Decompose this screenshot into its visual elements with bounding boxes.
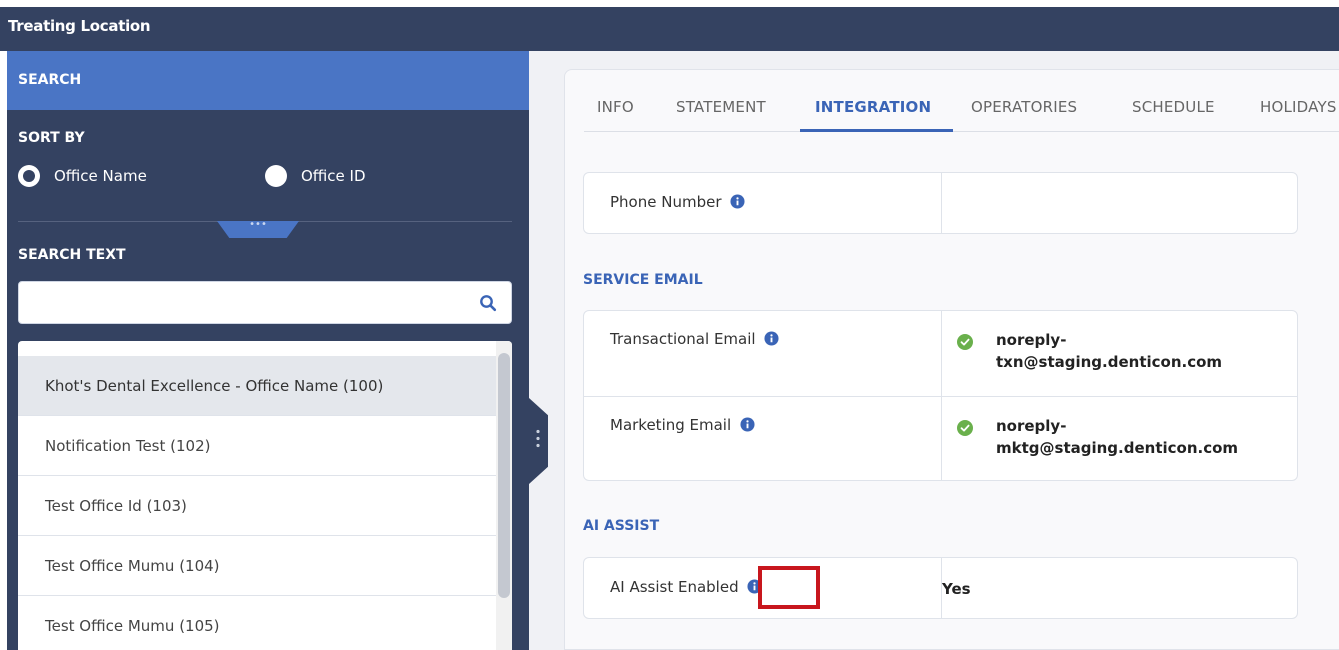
list-item[interactable]: Khot's Dental Excellence - Office Name (… bbox=[18, 356, 496, 416]
tab-operatories[interactable]: OPERATORIES bbox=[971, 98, 1077, 116]
transactional-email-label: Transactional Email bbox=[610, 330, 756, 348]
search-box bbox=[18, 281, 512, 324]
marketing-email-line1: noreply- bbox=[996, 417, 1067, 435]
search-text-label: SEARCH TEXT bbox=[18, 247, 126, 263]
tab-statement[interactable]: STATEMENT bbox=[676, 98, 766, 116]
ai-assist-title: AI ASSIST bbox=[583, 518, 660, 534]
radio-unselected-icon bbox=[265, 165, 287, 187]
phone-number-box: Phone Number bbox=[583, 172, 1298, 234]
info-icon[interactable] bbox=[730, 194, 745, 209]
service-email-title: SERVICE EMAIL bbox=[583, 272, 703, 288]
marketing-email-value: noreply- mktg@staging.denticon.com bbox=[996, 415, 1238, 459]
sort-office-name-label: Office Name bbox=[54, 167, 147, 185]
ai-assist-enabled-text: Yes bbox=[942, 580, 971, 598]
info-icon[interactable] bbox=[764, 331, 779, 346]
search-input[interactable] bbox=[29, 290, 469, 316]
sort-by-label: SORT BY bbox=[18, 130, 85, 146]
office-name: Notification Test (102) bbox=[45, 436, 211, 455]
search-sidebar: SEARCH SORT BY Office Name Office ID •••… bbox=[7, 51, 529, 650]
office-name: Khot's Dental Excellence - Office Name (… bbox=[45, 376, 384, 395]
ai-assist-enabled-field: AI Assist Enabled bbox=[610, 578, 762, 596]
transactional-email-line2: txn@staging.denticon.com bbox=[996, 353, 1223, 371]
office-name: Test Office Mumu (105) bbox=[45, 616, 220, 635]
scrollbar-thumb[interactable] bbox=[498, 353, 510, 598]
highlight-box bbox=[758, 566, 820, 609]
collapse-sort-handle[interactable]: ••• bbox=[217, 221, 299, 238]
title-bar: Treating Location bbox=[0, 7, 1339, 51]
marketing-email-line2: mktg@staging.denticon.com bbox=[996, 439, 1239, 457]
radio-selected-icon bbox=[18, 165, 40, 187]
tab-bar: INFO STATEMENT INTEGRATION OPERATORIES S… bbox=[584, 88, 1339, 132]
tab-integration[interactable]: INTEGRATION bbox=[815, 98, 931, 116]
grip-dots-icon bbox=[536, 428, 540, 450]
search-icon[interactable] bbox=[479, 294, 497, 312]
info-icon[interactable] bbox=[740, 417, 755, 432]
search-header: SEARCH bbox=[7, 51, 529, 110]
marketing-email-label: Marketing Email bbox=[610, 416, 732, 434]
ai-assist-enabled-label: AI Assist Enabled bbox=[610, 578, 739, 596]
list-scrollbar[interactable] bbox=[496, 341, 512, 650]
transactional-email-line1: noreply- bbox=[996, 331, 1067, 349]
transactional-email-value: noreply- txn@staging.denticon.com bbox=[996, 329, 1222, 373]
sort-office-id-radio[interactable]: Office ID bbox=[265, 164, 366, 188]
office-name: Test Office Mumu (104) bbox=[45, 556, 220, 575]
office-list: Khot's Dental Excellence - Office Name (… bbox=[18, 341, 512, 650]
active-tab-indicator bbox=[800, 129, 953, 132]
marketing-email-row: Marketing Email noreply- mktg@staging.de… bbox=[584, 396, 1297, 480]
tab-info[interactable]: INFO bbox=[597, 98, 634, 116]
transactional-email-row: Transactional Email noreply- txn@staging… bbox=[584, 311, 1297, 396]
phone-number-label: Phone Number bbox=[610, 193, 722, 211]
phone-number-field: Phone Number bbox=[610, 193, 745, 211]
window-title: Treating Location bbox=[8, 17, 151, 35]
list-item[interactable]: Test Office Mumu (105) bbox=[18, 596, 496, 650]
ai-assist-box: AI Assist Enabled Yes bbox=[583, 557, 1298, 619]
top-strip bbox=[0, 0, 1339, 7]
list-item[interactable]: Test Office Mumu (104) bbox=[18, 536, 496, 596]
list-item[interactable]: Notification Test (102) bbox=[18, 416, 496, 476]
transactional-email-field: Transactional Email bbox=[610, 330, 779, 348]
tab-holidays[interactable]: HOLIDAYS bbox=[1260, 98, 1337, 116]
field-divider bbox=[941, 173, 942, 233]
sort-office-name-radio[interactable]: Office Name bbox=[18, 164, 147, 188]
search-header-label: SEARCH bbox=[18, 72, 82, 88]
sort-office-id-label: Office ID bbox=[301, 167, 366, 185]
check-circle-icon bbox=[957, 420, 973, 436]
check-circle-icon bbox=[957, 334, 973, 350]
list-item[interactable]: Test Office Id (103) bbox=[18, 476, 496, 536]
office-name: Test Office Id (103) bbox=[45, 496, 187, 515]
tab-schedule[interactable]: SCHEDULE bbox=[1132, 98, 1215, 116]
marketing-email-field: Marketing Email bbox=[610, 416, 755, 434]
service-email-box: Transactional Email noreply- txn@staging… bbox=[583, 310, 1298, 481]
ai-assist-enabled-value: Yes bbox=[941, 578, 971, 600]
